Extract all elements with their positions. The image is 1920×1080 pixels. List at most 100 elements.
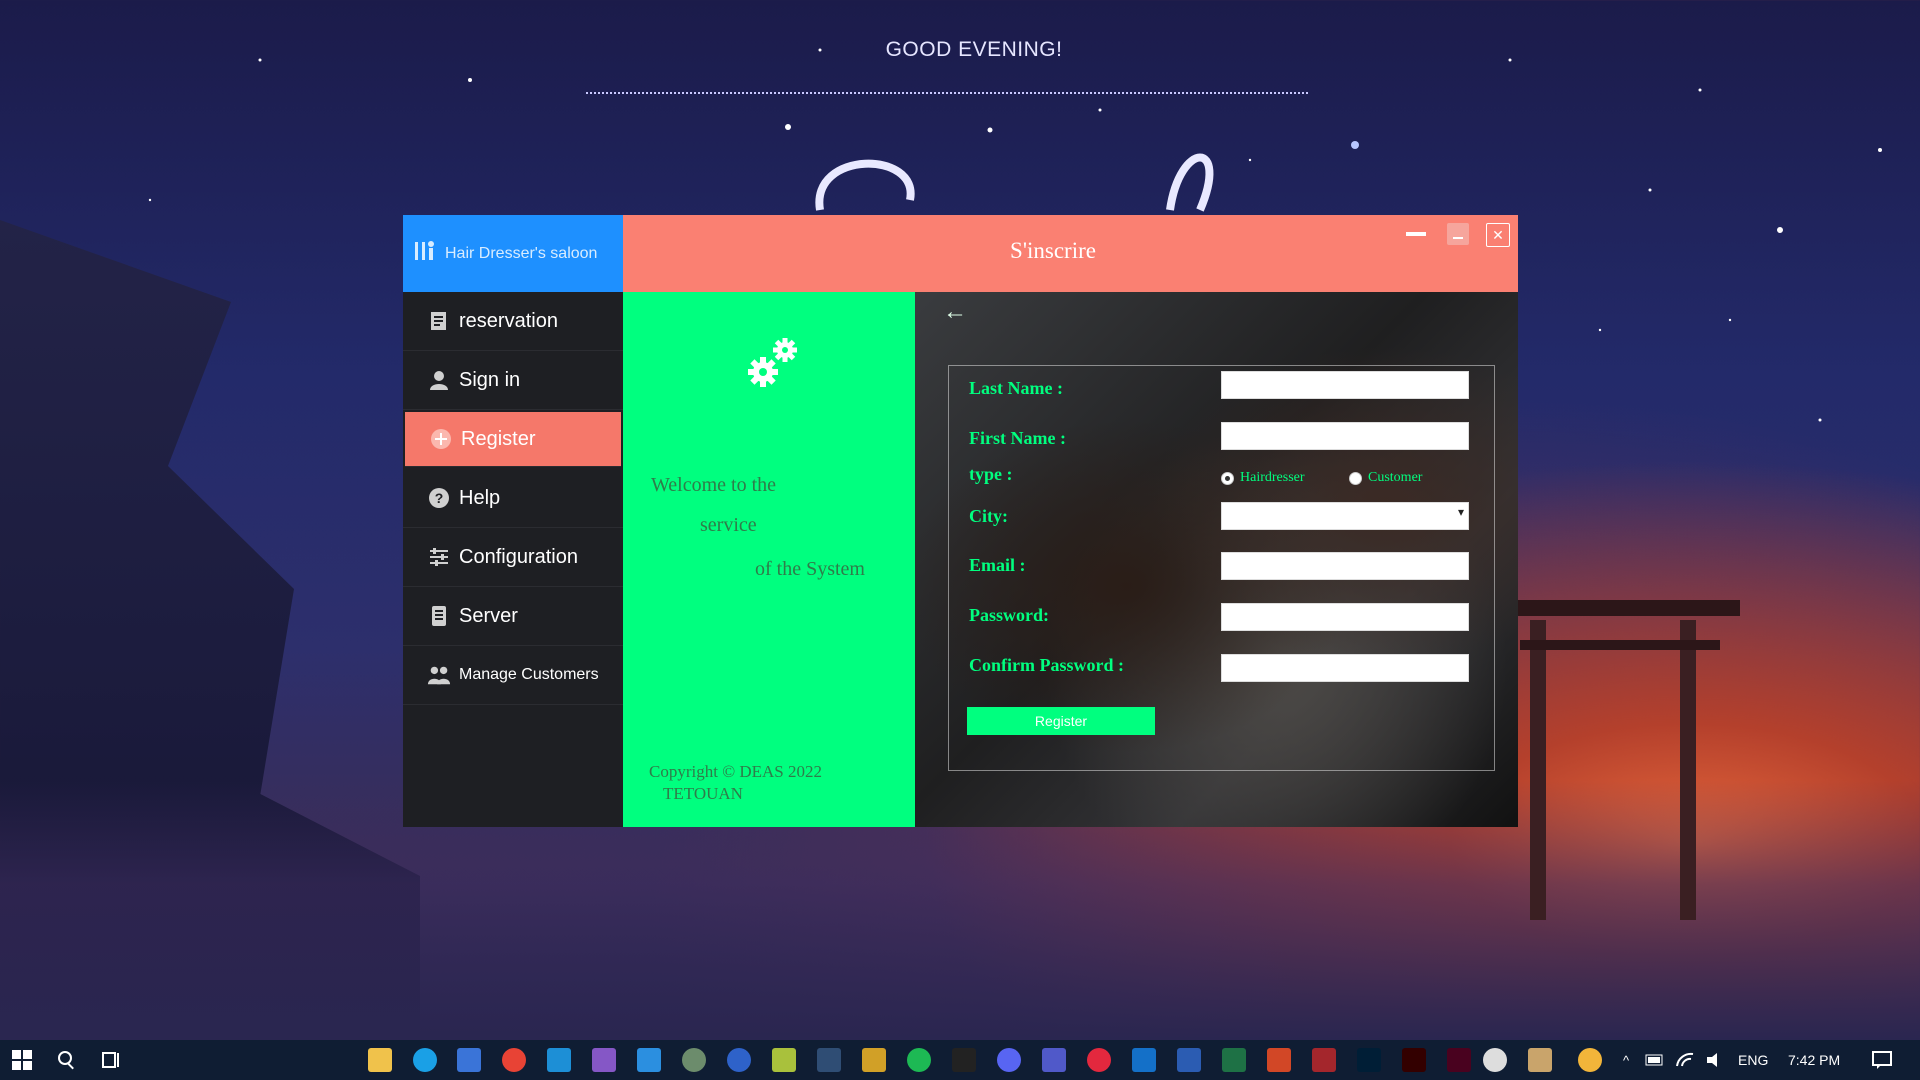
scissors-icon bbox=[411, 238, 437, 269]
photoshop-icon[interactable] bbox=[1357, 1048, 1381, 1072]
minimize-button[interactable] bbox=[1447, 223, 1469, 245]
sidebar-item-label: Help bbox=[459, 486, 501, 509]
server-icon bbox=[427, 604, 451, 628]
windows-start-icon[interactable] bbox=[10, 1048, 34, 1072]
radio-hairdresser[interactable]: Hairdresser bbox=[1221, 470, 1305, 486]
visual-studio-icon[interactable] bbox=[592, 1048, 616, 1072]
radio-customer[interactable]: Customer bbox=[1349, 470, 1422, 486]
welcome-line-3: of the System bbox=[755, 558, 865, 580]
app-icon-globe[interactable] bbox=[682, 1048, 706, 1072]
sidebar-item-help[interactable]: ? Help bbox=[403, 469, 623, 528]
city-label: City: bbox=[969, 506, 1008, 526]
powerpoint-icon[interactable] bbox=[1267, 1048, 1291, 1072]
word-icon[interactable] bbox=[1177, 1048, 1201, 1072]
notifications-icon[interactable] bbox=[1870, 1048, 1894, 1072]
clock[interactable]: 7:42 PM bbox=[1788, 1040, 1840, 1080]
password-label: Password: bbox=[969, 605, 1049, 625]
gears-icon bbox=[748, 338, 797, 387]
barber-photo-background: ← Last Name : First Name : type : Hairdr… bbox=[915, 292, 1518, 827]
window-title: S'inscrire bbox=[1010, 238, 1096, 263]
language-indicator[interactable]: ENG bbox=[1738, 1040, 1768, 1080]
excel-icon[interactable] bbox=[1222, 1048, 1246, 1072]
sidebar-item-label: Server bbox=[459, 604, 518, 627]
type-label: type : bbox=[969, 464, 1013, 484]
weather-icon[interactable] bbox=[1578, 1048, 1602, 1072]
sidebar-item-manage-customers[interactable]: Manage Customers bbox=[403, 646, 623, 705]
indesign-icon[interactable] bbox=[1447, 1048, 1471, 1072]
chevron-down-icon[interactable]: ▾ bbox=[1458, 505, 1464, 519]
sidebar-item-reservation[interactable]: reservation bbox=[403, 292, 623, 351]
register-form: Last Name : First Name : type : Hairdres… bbox=[948, 365, 1495, 771]
teams-icon[interactable] bbox=[1042, 1048, 1066, 1072]
chrome-icon[interactable] bbox=[502, 1048, 526, 1072]
chevron-up-icon[interactable]: ^ bbox=[1614, 1048, 1638, 1072]
help-icon: ? bbox=[427, 486, 451, 510]
task-view-icon[interactable] bbox=[99, 1048, 123, 1072]
sidebar-item-label: Manage Customers bbox=[459, 666, 599, 683]
illustrator-icon[interactable] bbox=[1402, 1048, 1426, 1072]
opera-icon[interactable] bbox=[1087, 1048, 1111, 1072]
svg-text:?: ? bbox=[435, 490, 444, 506]
radio-selected-icon bbox=[1221, 471, 1234, 485]
wifi-icon[interactable] bbox=[1673, 1048, 1697, 1072]
spotify-icon[interactable] bbox=[907, 1048, 931, 1072]
radio-hairdresser-label: Hairdresser bbox=[1240, 470, 1305, 485]
app-icon-blue[interactable] bbox=[727, 1048, 751, 1072]
sidebar-item-label: Configuration bbox=[459, 545, 578, 568]
battery-icon[interactable] bbox=[1643, 1048, 1667, 1072]
app-window: Hair Dresser's saloon reservation Sign i… bbox=[403, 215, 1518, 827]
last-name-field[interactable] bbox=[1221, 371, 1469, 399]
users-icon bbox=[427, 663, 451, 687]
outlook-icon[interactable] bbox=[1132, 1048, 1156, 1072]
brand-header[interactable]: Hair Dresser's saloon bbox=[403, 215, 623, 292]
last-name-label: Last Name : bbox=[969, 378, 1063, 398]
app-icon-stack[interactable] bbox=[772, 1048, 796, 1072]
torii-gate-graphic bbox=[1500, 600, 1740, 920]
user-icon bbox=[427, 368, 451, 392]
sidebar-item-label: Register bbox=[461, 427, 536, 450]
sliders-icon bbox=[427, 545, 451, 569]
sidebar-item-server[interactable]: Server bbox=[403, 587, 623, 646]
copyright-line-1: Copyright © DEAS 2022 bbox=[649, 762, 823, 781]
first-name-field[interactable] bbox=[1221, 422, 1469, 450]
active-app-icon[interactable] bbox=[1528, 1048, 1552, 1072]
sidebar-item-sign-in[interactable]: Sign in bbox=[403, 351, 623, 410]
taskbar: ^ ENG 7:42 PM bbox=[0, 1040, 1920, 1080]
city-select[interactable]: ▾ bbox=[1221, 502, 1469, 530]
mail-icon[interactable] bbox=[547, 1048, 571, 1072]
confirm-password-field[interactable] bbox=[1221, 654, 1469, 682]
access-icon[interactable] bbox=[1312, 1048, 1336, 1072]
app-icon-clock[interactable] bbox=[1483, 1048, 1507, 1072]
welcome-panel: Welcome to the service of the System Cop… bbox=[623, 292, 915, 827]
register-button[interactable]: Register bbox=[967, 707, 1155, 735]
password-field[interactable] bbox=[1221, 603, 1469, 631]
store-icon[interactable] bbox=[457, 1048, 481, 1072]
sidebar-item-register[interactable]: Register bbox=[405, 412, 621, 467]
title-bar: S'inscrire ✕ bbox=[623, 215, 1518, 292]
back-arrow-icon[interactable]: ← bbox=[943, 298, 967, 326]
confirm-password-label: Confirm Password : bbox=[969, 655, 1124, 675]
search-icon[interactable] bbox=[55, 1048, 79, 1072]
vscode-icon[interactable] bbox=[637, 1048, 661, 1072]
sidebar: Hair Dresser's saloon reservation Sign i… bbox=[403, 215, 623, 827]
sidebar-item-label: reservation bbox=[459, 309, 558, 332]
email-label: Email : bbox=[969, 555, 1026, 575]
close-button[interactable]: ✕ bbox=[1486, 223, 1510, 247]
file-explorer-icon[interactable] bbox=[368, 1048, 392, 1072]
script-decoration bbox=[815, 153, 1214, 212]
reservation-icon bbox=[427, 309, 451, 333]
welcome-line-2: service bbox=[700, 514, 757, 536]
app-icon-yellow[interactable] bbox=[862, 1048, 886, 1072]
radio-unselected-icon bbox=[1349, 471, 1362, 485]
app-icon-dark[interactable] bbox=[817, 1048, 841, 1072]
edge-icon[interactable] bbox=[413, 1048, 437, 1072]
sidebar-item-configuration[interactable]: Configuration bbox=[403, 528, 623, 587]
discord-icon[interactable] bbox=[997, 1048, 1021, 1072]
plus-circle-icon bbox=[429, 427, 453, 451]
volume-icon[interactable] bbox=[1703, 1048, 1727, 1072]
email-field[interactable] bbox=[1221, 552, 1469, 580]
radio-customer-label: Customer bbox=[1368, 470, 1423, 485]
epic-games-icon[interactable] bbox=[952, 1048, 976, 1072]
brand-title: Hair Dresser's saloon bbox=[445, 244, 598, 262]
minimize-icon[interactable] bbox=[1405, 223, 1427, 245]
